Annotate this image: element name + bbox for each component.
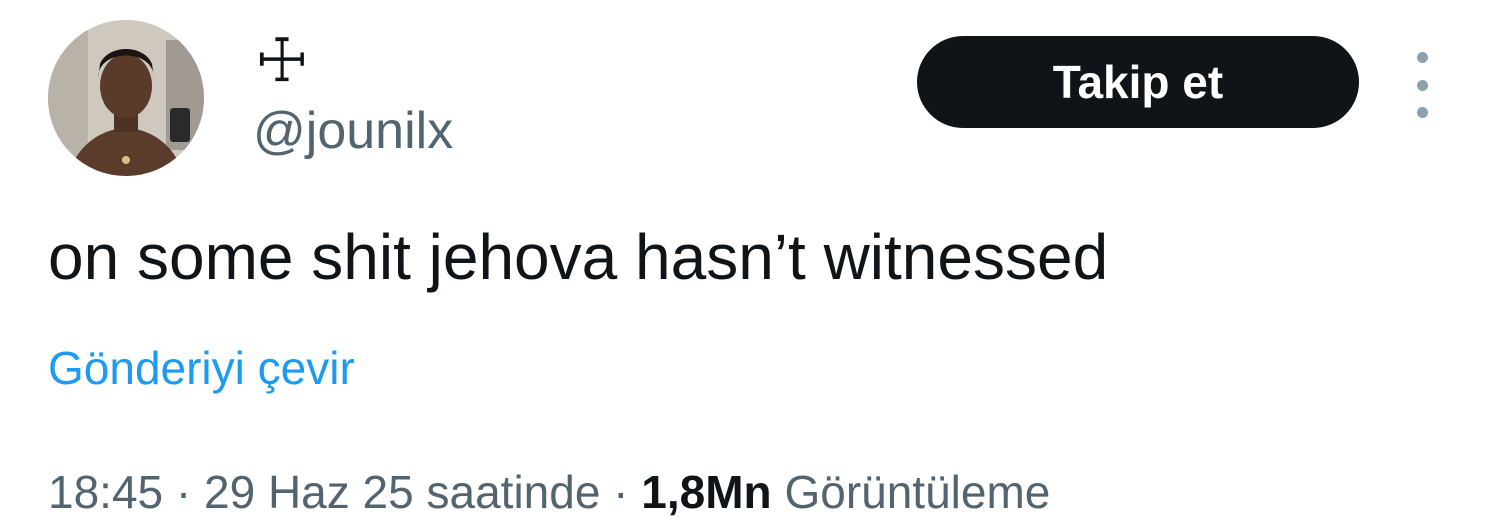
views-label: Görüntüleme	[784, 466, 1051, 518]
post-text: on some shit jehova hasn’t witnessed	[48, 221, 1109, 293]
follow-button[interactable]: Takip et	[917, 36, 1359, 128]
views-count: 1,8Mn	[641, 466, 772, 518]
user-handle[interactable]: @jounilx	[253, 100, 453, 162]
meta-separator: ·	[600, 466, 642, 518]
more-vertical-icon	[1416, 52, 1428, 63]
avatar-image	[48, 20, 204, 176]
post-date[interactable]: 29 Haz 25 saatinde	[204, 466, 600, 518]
display-name[interactable]: ☩	[255, 26, 309, 96]
post-time[interactable]: 18:45	[48, 466, 163, 518]
more-vertical-icon-dot	[1416, 107, 1428, 118]
post-meta: 18:45 · 29 Haz 25 saatinde · 1,8Mn Görün…	[48, 462, 1050, 522]
more-vertical-icon-dot	[1416, 79, 1428, 91]
meta-separator: ·	[163, 466, 205, 518]
avatar[interactable]	[48, 20, 204, 176]
translate-post-link[interactable]: Gönderiyi çevir	[48, 340, 355, 396]
more-options-button[interactable]	[1405, 52, 1439, 118]
